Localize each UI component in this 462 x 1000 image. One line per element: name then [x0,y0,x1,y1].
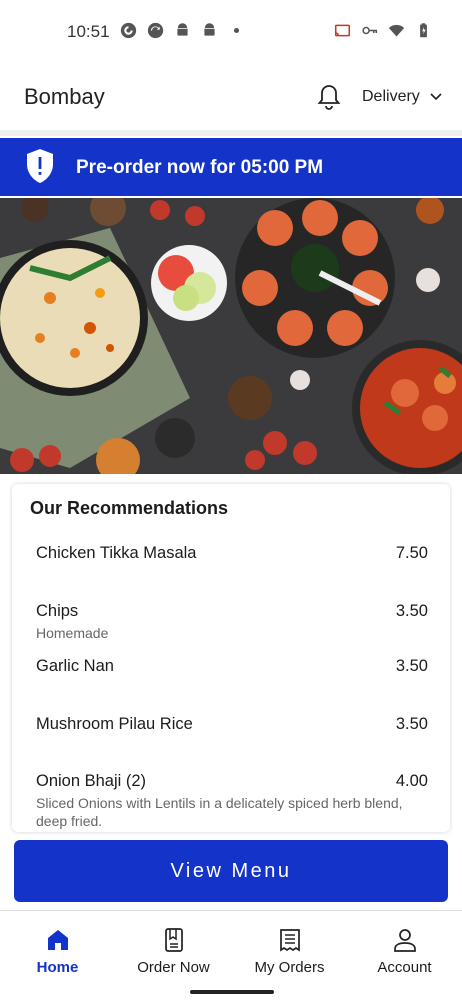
nav-label: My Orders [254,959,325,976]
wifi-icon [388,24,405,37]
home-icon [47,930,68,950]
recommendation-item[interactable]: Chicken Tikka Masala 7.50 [36,544,428,563]
item-price: 3.50 [395,602,428,620]
item-price: 4.00 [395,772,428,790]
item-name: Mushroom Pilau Rice [36,715,193,733]
android-icon [177,23,188,36]
item-description: Homemade [36,625,109,641]
restaurant-name: Bombay [24,84,105,109]
food-hero-image [0,198,462,474]
battery-icon [420,23,427,38]
chevron-down-icon [430,93,442,101]
view-menu-button[interactable]: View Menu [14,840,448,902]
item-name: Garlic Nan [36,657,114,675]
bottom-nav: Home Order Now My Orders Account [0,910,462,986]
recommendation-item[interactable]: Mushroom Pilau Rice 3.50 [36,715,428,734]
header-divider [0,130,462,136]
person-icon [393,929,416,952]
item-description: Sliced Onions with Lentils in a delicate… [36,795,403,829]
home-indicator[interactable] [190,990,274,994]
status-bar: 10:51 [0,0,462,64]
bell-icon[interactable] [316,83,342,111]
food-illustration [0,198,462,474]
vpn-key-icon [362,26,378,35]
recommendation-item[interactable]: Chips 3.50 Homemade [36,602,428,642]
dot-icon [233,27,240,34]
shield-alert-icon [27,149,53,183]
nav-item-order-now[interactable]: Order Now [116,911,231,987]
cast-icon [334,24,351,37]
android-icon [204,23,215,36]
nav-label: Order Now [137,959,210,976]
nav-item-my-orders[interactable]: My Orders [232,911,347,987]
recommendations-card: Our Recommendations Chicken Tikka Masala… [12,484,450,832]
pocketcasts-icon [120,22,137,39]
item-price: 7.50 [395,544,428,562]
item-price: 3.50 [395,715,428,733]
menu-book-icon [164,928,183,952]
item-name: Onion Bhaji (2) [36,772,147,790]
item-name: Chips [36,602,79,620]
nav-item-home[interactable]: Home [0,911,115,987]
item-name: Chicken Tikka Masala [36,544,197,562]
receipt-icon [279,929,300,952]
order-mode-dropdown[interactable]: Delivery [362,88,442,106]
recommendation-item[interactable]: Garlic Nan 3.50 [36,657,428,676]
item-price: 3.50 [395,657,428,675]
status-system-icons [334,22,432,39]
status-notification-icons [120,22,245,39]
recommendation-item[interactable]: Onion Bhaji (2) 4.00 Sliced Onions with … [36,772,428,830]
sync-icon [147,22,164,39]
preorder-banner-text: Pre-order now for 05:00 PM [76,157,324,178]
nav-label: Home [36,959,79,976]
recommendations-title: Our Recommendations [30,498,229,518]
status-time: 10:51 [67,22,110,41]
nav-item-account[interactable]: Account [347,911,462,987]
order-mode-label: Delivery [362,88,420,105]
nav-label: Account [377,959,432,976]
